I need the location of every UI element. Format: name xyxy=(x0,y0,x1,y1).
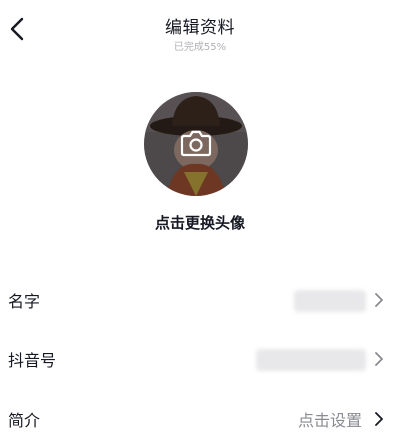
chevron-right-icon xyxy=(375,412,383,426)
chevron-right-icon xyxy=(375,352,383,366)
field-label-name: 名字 xyxy=(8,292,41,311)
completion-status: 已完成55% xyxy=(173,42,227,53)
page-title: 编辑资料 xyxy=(165,18,235,38)
avatar[interactable] xyxy=(144,92,248,196)
field-value-douyin-id xyxy=(256,349,366,371)
field-value-bio: 点击设置 xyxy=(297,411,362,430)
change-avatar-label[interactable]: 点击更换头像 xyxy=(0,212,400,233)
field-row-douyin-id[interactable]: 抖音号 xyxy=(0,333,400,383)
field-label-bio: 简介 xyxy=(8,411,41,430)
field-value-name xyxy=(294,290,366,312)
field-row-name[interactable]: 名字 xyxy=(0,274,400,324)
field-row-bio[interactable]: 简介 点击设置 xyxy=(0,393,400,443)
chevron-right-icon xyxy=(375,293,383,307)
camera-icon xyxy=(180,130,212,157)
field-label-douyin-id: 抖音号 xyxy=(8,351,57,370)
header-bar: 编辑资料 已完成55% xyxy=(0,0,400,60)
